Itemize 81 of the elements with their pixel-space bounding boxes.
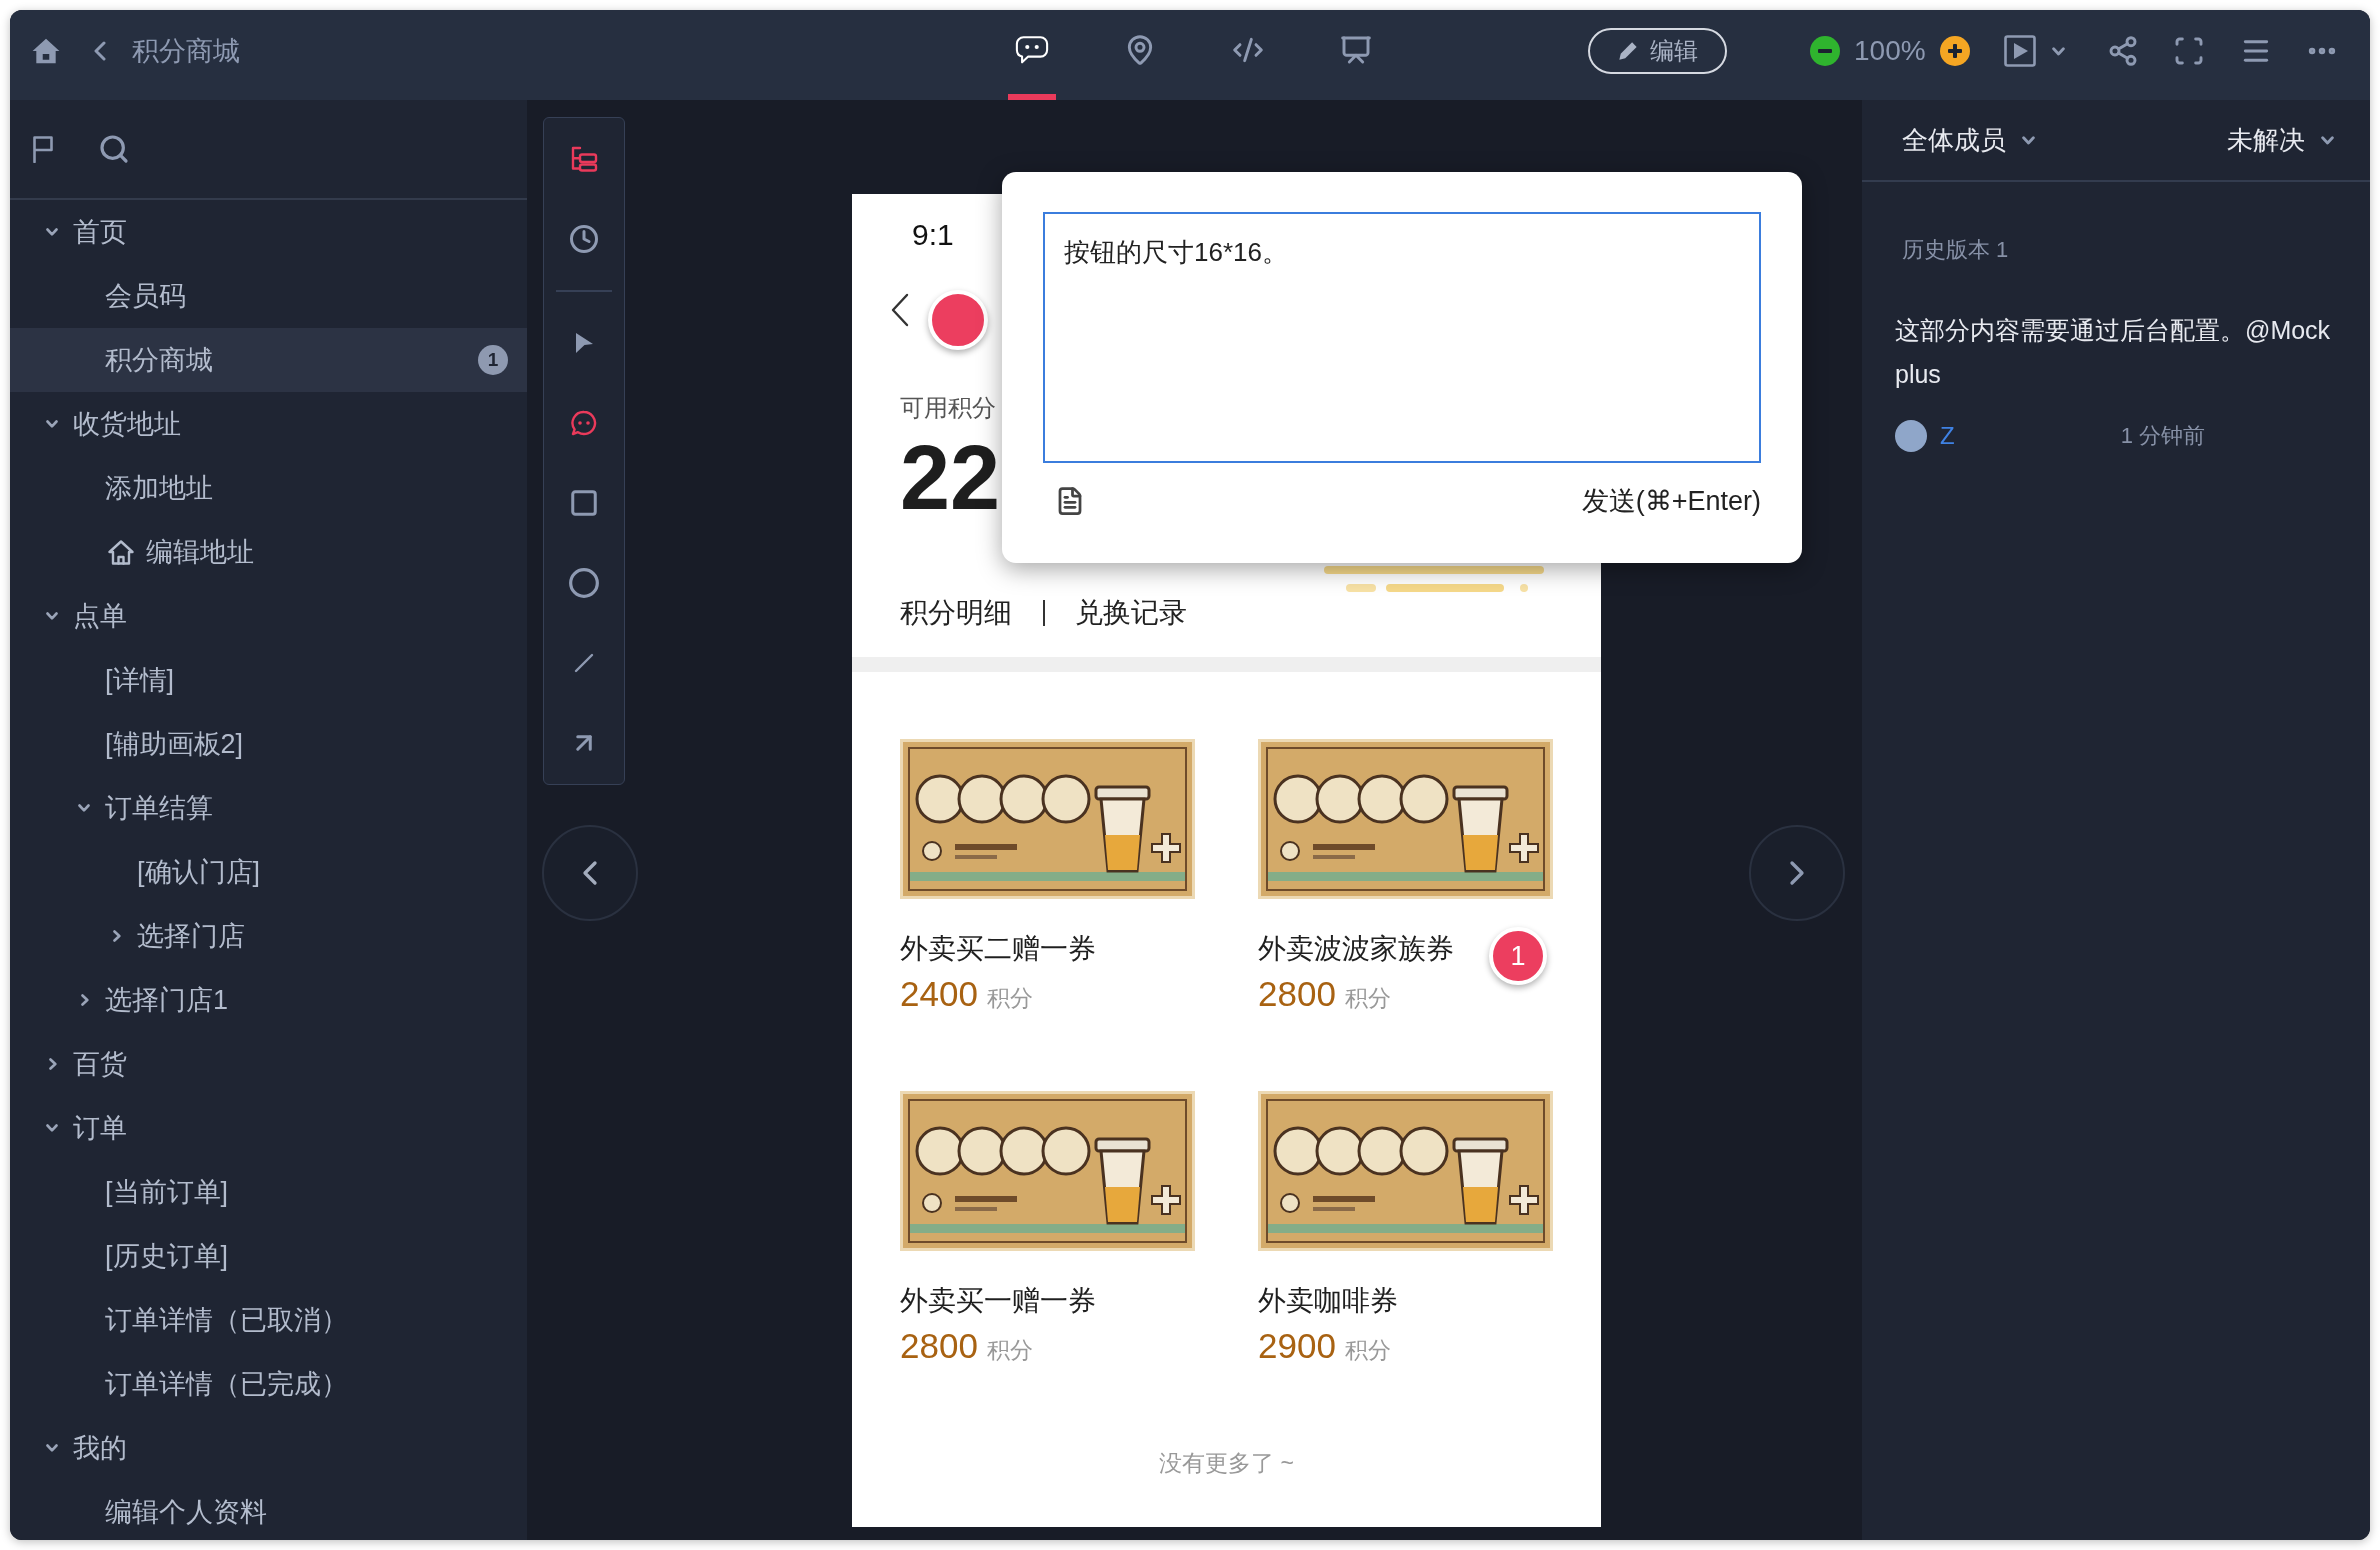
tree-item[interactable]: 积分商城 1	[10, 328, 527, 392]
circle-icon[interactable]	[568, 567, 600, 599]
caret-icon	[2022, 135, 2035, 145]
chevron-icon[interactable]	[49, 1058, 57, 1070]
edit-button[interactable]: 编辑	[1588, 28, 1727, 74]
points-unit: 积分	[986, 984, 1033, 1013]
points-unit: 积分	[986, 1336, 1033, 1365]
tree-item[interactable]: 编辑个人资料	[10, 1480, 527, 1540]
comment-icon	[1015, 34, 1049, 66]
coupon-price: 2900	[1258, 1325, 1336, 1367]
zoom-level: 100%	[1854, 34, 1926, 68]
coupon-price: 2800	[1258, 973, 1336, 1015]
tree-item[interactable]: [辅助画板2]	[10, 712, 527, 776]
tree-item[interactable]: 百货	[10, 1032, 527, 1096]
presentation-icon	[1339, 34, 1373, 66]
coupon-title: 外卖买一赠一券	[900, 1284, 1096, 1318]
points-unit: 积分	[1344, 984, 1391, 1013]
chevron-icon[interactable]	[46, 1444, 58, 1452]
tree-item[interactable]: [确认门店]	[10, 840, 527, 904]
tree-item[interactable]: 订单详情（已完成）	[10, 1352, 527, 1416]
line-icon[interactable]	[574, 653, 594, 673]
tree-item[interactable]: [详情]	[10, 648, 527, 712]
square-icon[interactable]	[569, 488, 599, 518]
chevron-icon[interactable]	[81, 994, 89, 1006]
comment-text: 这部分内容需要通过后台配置。@Mock plus	[1895, 315, 2332, 390]
chevron-icon[interactable]	[78, 804, 90, 812]
search-icon[interactable]	[98, 133, 130, 165]
play-icon[interactable]	[2003, 35, 2036, 67]
avatar	[1895, 420, 1927, 452]
caret-icon	[2321, 135, 2334, 145]
nav-link[interactable]: 积分明细	[900, 593, 1012, 633]
coupon-title: 外卖波波家族券	[1258, 932, 1454, 966]
coupon-title: 外卖买二赠一券	[900, 932, 1096, 966]
filter-dropdown[interactable]: 未解决	[2227, 120, 2334, 160]
coupon-price: 2800	[900, 1325, 978, 1367]
points-label: 可用积分	[900, 393, 996, 423]
tree-item[interactable]: 选择门店1	[10, 968, 527, 1032]
tree-item[interactable]: 订单结算	[10, 776, 527, 840]
page-title: 积分商城	[132, 34, 240, 68]
tree-item[interactable]: 编辑地址	[10, 520, 527, 584]
coupon-title: 外卖咖啡券	[1258, 1284, 1398, 1318]
zoom-in-icon[interactable]	[1939, 36, 1970, 66]
chevron-icon[interactable]	[46, 612, 58, 620]
count-badge: 1	[478, 345, 508, 375]
status-time: 9:1	[912, 217, 954, 253]
author-name[interactable]: Z	[1940, 420, 1955, 452]
tree-item[interactable]: [当前订单]	[10, 1160, 527, 1224]
flag-icon[interactable]	[32, 135, 54, 163]
version-label: 历史版本 1	[1902, 236, 2009, 264]
comment-field[interactable]: 按钮的尺寸16*16。	[1043, 212, 1761, 463]
chevron-icon[interactable]	[46, 420, 58, 428]
tree-item[interactable]: 选择门店	[10, 904, 527, 968]
comment-icon[interactable]	[571, 410, 597, 436]
nav-link[interactable]: 兑换记录	[1075, 593, 1187, 633]
points-value: 22	[900, 433, 1001, 523]
tree-item[interactable]: 收货地址	[10, 392, 527, 456]
cursor-icon[interactable]	[574, 332, 594, 354]
comment-time: 1 分钟前	[2120, 422, 2206, 450]
tree-item[interactable]: 会员码	[10, 264, 527, 328]
clock-icon[interactable]	[569, 224, 599, 254]
filter-dropdown[interactable]: 全体成员	[1902, 120, 2035, 160]
send-button[interactable]: 发送(⌘+Enter)	[1581, 481, 1761, 521]
tree-item[interactable]: [历史订单]	[10, 1224, 527, 1288]
chevron-icon[interactable]	[46, 228, 58, 236]
coupon-price: 2400	[900, 973, 978, 1015]
tree-item[interactable]: 首页	[10, 200, 527, 264]
hierarchy-icon[interactable]	[570, 146, 598, 172]
chevron-icon[interactable]	[46, 1124, 58, 1132]
pencil-icon	[1617, 41, 1638, 61]
tree-item[interactable]: 订单详情（已取消）	[10, 1288, 527, 1352]
home-icon[interactable]	[32, 38, 60, 64]
tree-item[interactable]: 点单	[10, 584, 527, 648]
zoom-out-icon[interactable]	[1810, 36, 1840, 66]
points-unit: 积分	[1344, 1336, 1391, 1365]
tree-item[interactable]: 添加地址	[10, 456, 527, 520]
chevron-icon[interactable]	[113, 930, 121, 942]
caret-icon[interactable]	[2051, 46, 2065, 56]
end-of-list-note: 没有更多了 ~	[1159, 1449, 1294, 1478]
tree-item[interactable]: 订单	[10, 1096, 527, 1160]
back-icon[interactable]	[891, 293, 909, 327]
tree-item[interactable]: 我的	[10, 1416, 527, 1480]
